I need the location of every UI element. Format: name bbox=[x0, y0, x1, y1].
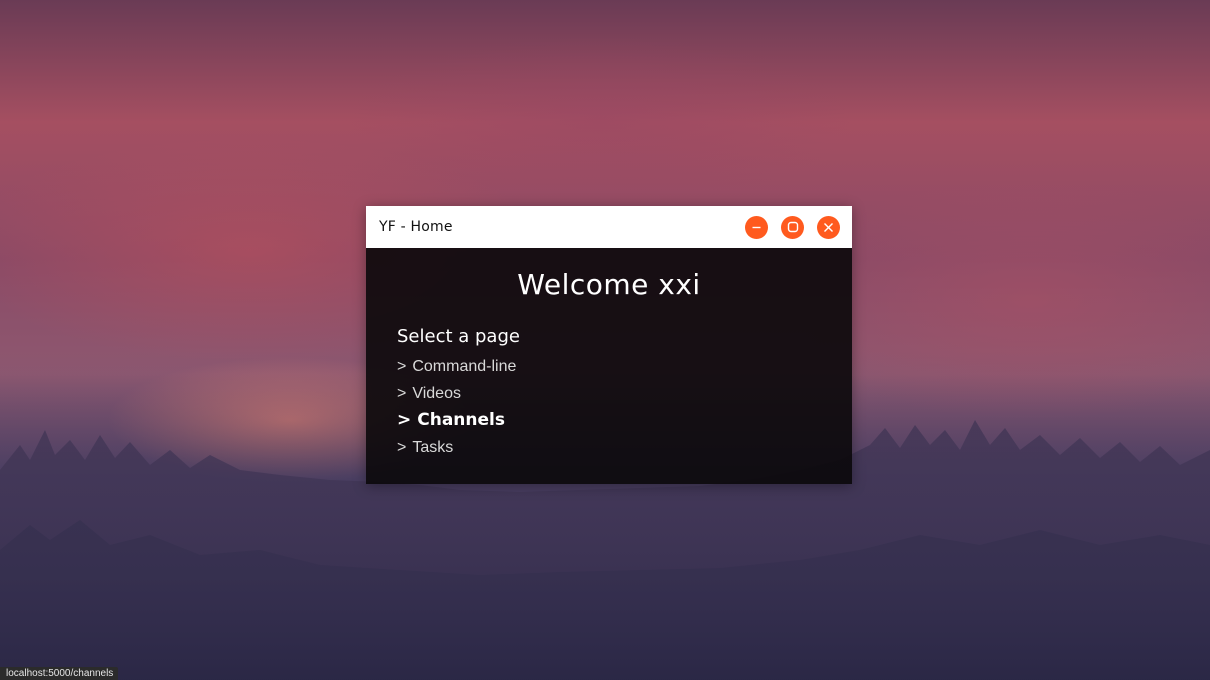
select-page-label: Select a page bbox=[397, 326, 520, 347]
window-title: YF - Home bbox=[379, 219, 453, 235]
desktop-background: YF - Home Welcome xxi Select a page > Co… bbox=[0, 0, 1210, 680]
chevron-right-icon: > bbox=[397, 410, 412, 430]
link-preview-status: localhost:5000/channels bbox=[0, 667, 119, 680]
nav-item-label: Command-line bbox=[412, 358, 517, 375]
nav-item-label: Channels bbox=[417, 410, 505, 430]
close-button[interactable] bbox=[817, 215, 840, 239]
page-nav: > Command-line > Videos > Channels > Tasks bbox=[397, 353, 516, 461]
window-content: Welcome xxi Select a page > Command-line … bbox=[366, 248, 852, 484]
chevron-right-icon: > bbox=[397, 358, 407, 375]
nav-item-tasks[interactable]: > Tasks bbox=[397, 434, 516, 461]
minus-icon bbox=[752, 226, 761, 228]
nav-item-channels[interactable]: > Channels bbox=[397, 407, 516, 434]
nav-item-label: Tasks bbox=[412, 439, 454, 456]
chevron-right-icon: > bbox=[397, 439, 407, 456]
nav-item-label: Videos bbox=[412, 385, 461, 402]
window-controls bbox=[745, 215, 840, 239]
maximize-button[interactable] bbox=[781, 215, 804, 239]
close-icon bbox=[824, 222, 833, 232]
square-icon bbox=[787, 221, 798, 233]
welcome-heading: Welcome xxi bbox=[517, 268, 701, 301]
minimize-button[interactable] bbox=[745, 215, 768, 239]
app-window: YF - Home Welcome xxi Select a page > Co… bbox=[366, 206, 852, 484]
nav-item-command-line[interactable]: > Command-line bbox=[397, 353, 516, 380]
chevron-right-icon: > bbox=[397, 385, 407, 402]
window-titlebar[interactable]: YF - Home bbox=[366, 206, 852, 248]
nav-item-videos[interactable]: > Videos bbox=[397, 380, 516, 407]
